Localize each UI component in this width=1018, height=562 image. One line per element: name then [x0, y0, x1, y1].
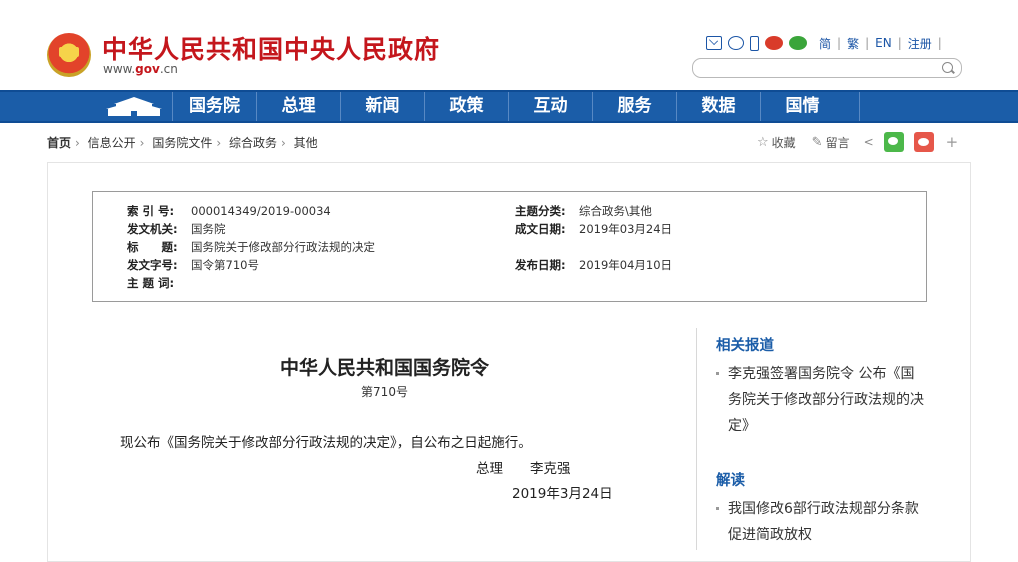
breadcrumb-state-council-docs[interactable]: 国务院文件 — [152, 136, 212, 150]
chevron-right-icon: › — [139, 136, 145, 150]
weibo-icon[interactable] — [765, 36, 783, 50]
nav-state-council[interactable]: 国务院 — [172, 92, 256, 121]
related-reports-heading: 相关报道 — [716, 338, 774, 354]
meta-keywords: 主 题 词: — [127, 276, 175, 290]
meta-published-date: 发布日期: 2019年04月10日 — [515, 258, 673, 272]
meta-index: 索 引 号: 000014349/2019-00034 — [127, 204, 331, 218]
collect-button[interactable]: 收藏 — [772, 134, 796, 151]
related-report-item[interactable]: 李克强签署国务院令 公布《国务院关于修改部分行政法规的决定》 — [716, 361, 926, 439]
mail-icon[interactable] — [706, 36, 722, 50]
pen-icon[interactable]: ✎ — [812, 135, 823, 150]
meta-written-date: 成文日期: 2019年03月24日 — [515, 222, 673, 236]
sidebar-divider — [696, 328, 697, 550]
article-body: 现公布《国务院关于修改部分行政法规的决定》，自公布之日起施行。 — [120, 435, 532, 451]
lang-english-link[interactable]: EN — [875, 36, 892, 50]
domain-prefix: www. — [103, 62, 136, 76]
meta-issuer: 发文机关: 国务院 — [127, 222, 226, 236]
chevron-right-icon: › — [280, 136, 286, 150]
wechat-icon[interactable] — [789, 36, 807, 50]
meta-topic: 主题分类: 综合政务\其他 — [515, 204, 652, 218]
domain-mid: gov — [135, 62, 160, 76]
search-input[interactable] — [692, 58, 962, 78]
search-icon[interactable] — [942, 62, 953, 73]
mobile-phone-icon[interactable] — [750, 35, 759, 51]
breadcrumb-other[interactable]: 其他 — [294, 136, 318, 150]
article-signature: 总理 李克强 — [476, 461, 571, 477]
breadcrumb-home[interactable]: 首页 — [47, 136, 71, 150]
lang-traditional-link[interactable]: 繁 — [847, 35, 859, 52]
interpretation-item[interactable]: 我国修改6部行政法规部分条款促进简政放权 — [716, 496, 926, 548]
nav-interaction[interactable]: 互动 — [508, 92, 592, 121]
nav-national-info[interactable]: 国情 — [760, 92, 844, 121]
share-icon[interactable]: < — [864, 136, 876, 148]
comment-button[interactable]: 留言 — [826, 134, 850, 151]
nav-services[interactable]: 服务 — [592, 92, 676, 121]
lang-simplified-link[interactable]: 简 — [819, 35, 831, 52]
breadcrumb-info-disclosure[interactable]: 信息公开 — [88, 136, 136, 150]
nav-data[interactable]: 数据 — [676, 92, 760, 121]
wechat-share-icon[interactable] — [883, 132, 904, 152]
header-tools: 简 | 繁 | EN | 注册 | — [706, 34, 942, 52]
breadcrumb: 首页 › 信息公开 › 国务院文件 › 综合政务 › 其他 — [47, 134, 318, 151]
bullet-icon — [716, 507, 719, 510]
site-domain: www.gov.cn — [103, 62, 178, 76]
national-emblem-logo[interactable] — [47, 33, 91, 77]
share-toolbar: ☆ 收藏 ✎ 留言 < + — [757, 132, 958, 152]
chevron-right-icon: › — [75, 136, 80, 150]
chevron-right-icon: › — [216, 136, 222, 150]
article-number: 第710号 — [361, 385, 408, 399]
tiananmen-gate-icon — [106, 97, 162, 116]
register-link[interactable]: 注册 — [908, 35, 932, 52]
nav-policy[interactable]: 政策 — [424, 92, 508, 121]
interpretation-heading: 解读 — [716, 473, 745, 489]
chat-icon[interactable] — [728, 36, 744, 50]
nav-home-gate[interactable] — [96, 92, 172, 121]
main-nav: 国务院 总理 新闻 政策 互动 服务 数据 国情 — [0, 90, 1018, 123]
weibo-share-icon[interactable] — [913, 132, 934, 152]
nav-news[interactable]: 新闻 — [340, 92, 424, 121]
domain-suffix: .cn — [159, 62, 178, 76]
star-icon[interactable]: ☆ — [757, 135, 769, 150]
nav-premier[interactable]: 总理 — [256, 92, 340, 121]
document-metadata-box: 索 引 号: 000014349/2019-00034 主题分类: 综合政务\其他 … — [92, 191, 927, 302]
bullet-icon — [716, 372, 719, 375]
article-date: 2019年3月24日 — [512, 486, 613, 502]
meta-doc-number: 发文字号: 国令第710号 — [127, 258, 259, 272]
site-header: 中华人民共和国中央人民政府 www.gov.cn 简 | 繁 | EN | 注册 | — [0, 0, 1018, 90]
meta-title: 标 题: 国务院关于修改部分行政法规的决定 — [127, 240, 375, 254]
breadcrumb-general-affairs[interactable]: 综合政务 — [229, 136, 277, 150]
article-title: 中华人民共和国国务院令 — [279, 357, 489, 379]
more-share-button[interactable]: + — [946, 133, 959, 151]
site-title[interactable]: 中华人民共和国中央人民政府 — [102, 30, 440, 66]
